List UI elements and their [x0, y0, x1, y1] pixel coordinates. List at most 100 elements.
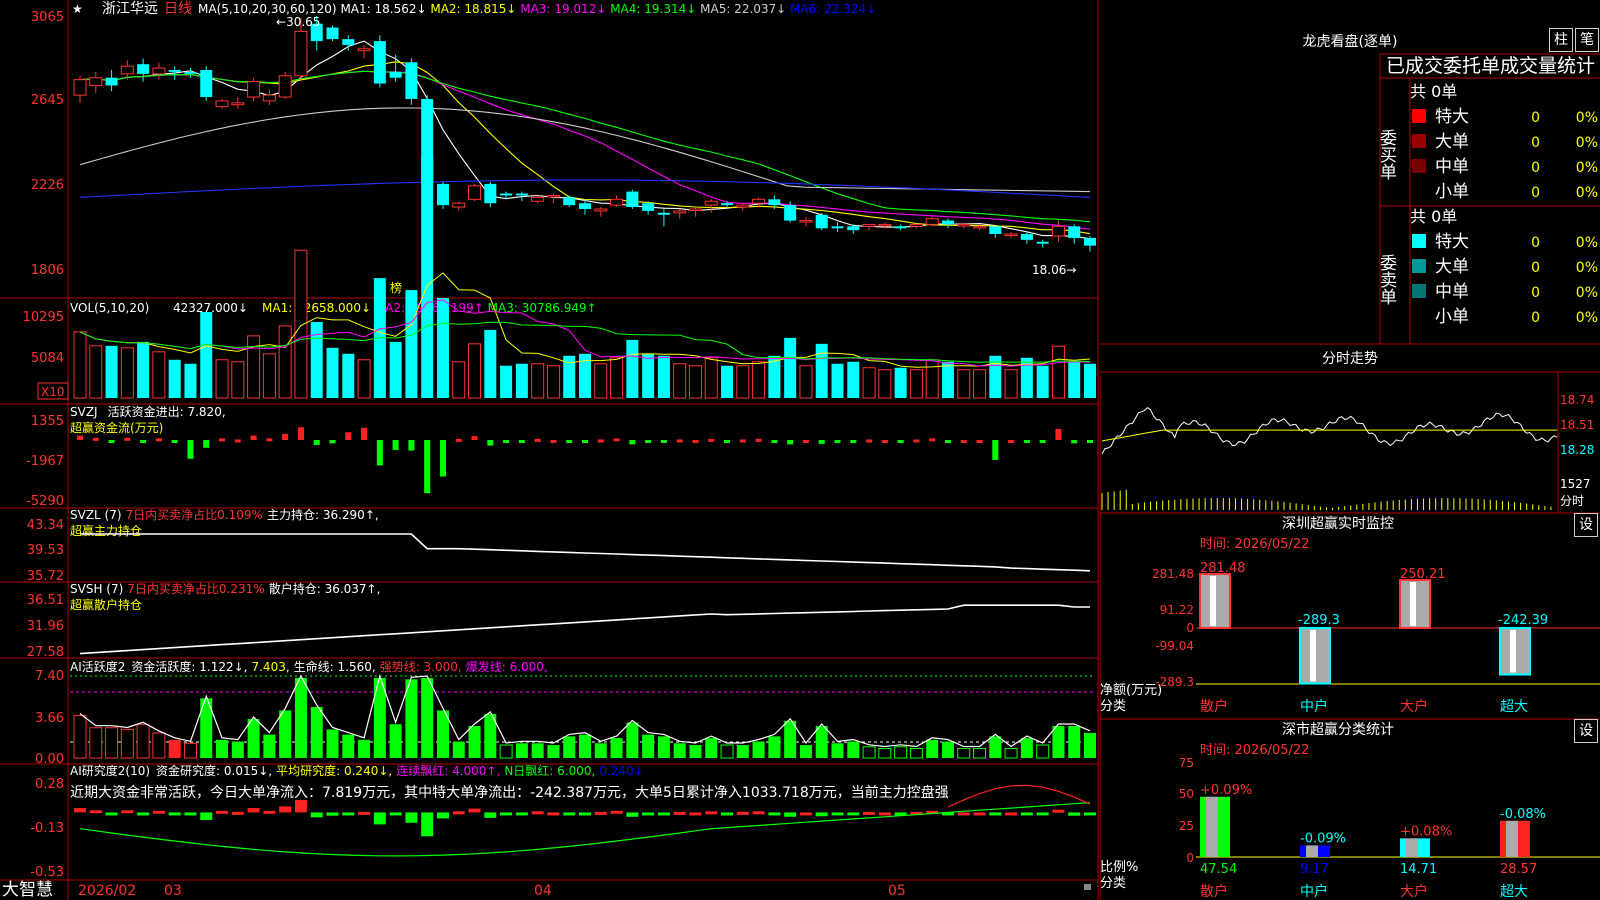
ma-line: [79, 107, 1091, 193]
bar-mode-button[interactable]: 柱: [1549, 28, 1573, 52]
svzl-y-label: 35.72: [27, 569, 64, 584]
svzj-bar: [929, 438, 936, 442]
svzj-bar: [613, 438, 620, 442]
svzj-bar: [1087, 440, 1093, 443]
ai-activity-bar: [752, 741, 765, 758]
stock-name: 浙江华远: [102, 1, 158, 17]
candle-body: [941, 220, 954, 225]
candle-body: [768, 199, 781, 206]
order-type-label: 小单: [1435, 307, 1469, 327]
volume-bar: [421, 156, 434, 398]
ai-activity-bar: [705, 738, 718, 758]
ai-activity-bar: [342, 734, 355, 758]
svzj-bar: [802, 440, 809, 443]
order-count: 0: [1531, 285, 1540, 301]
ai-activity-bar: [216, 739, 229, 758]
ai-research-bar: [89, 810, 102, 814]
volume-bar: [500, 365, 513, 398]
ranking-badge[interactable]: 榜: [390, 280, 402, 295]
stats-time: 时间: 2026/05/22: [1200, 743, 1309, 758]
ma-indicator-line: MA(5,10,20,30,60,120) MA1: 18.562↓ MA2: …: [198, 2, 876, 16]
period-label[interactable]: 日线: [164, 1, 192, 17]
volume-bar: [184, 363, 197, 398]
candle-body: [436, 183, 449, 206]
ai-activity-bar: [547, 745, 560, 758]
svzj-bar: [1023, 440, 1030, 443]
candle-body: [215, 100, 229, 108]
ai-activity-bar: [389, 724, 402, 758]
candle-body: [815, 214, 828, 229]
candle-body: [878, 223, 892, 227]
ai-activity-bar: [358, 739, 371, 758]
ai-research-bar: [579, 812, 591, 816]
svzj-bar: [566, 440, 573, 443]
candle-body: [357, 48, 371, 52]
monitor-value-label: -242.39: [1498, 613, 1548, 628]
monitor-category-label: 大户: [1400, 698, 1428, 715]
ai-research-y-label: -0.53: [30, 865, 64, 880]
favorite-star-icon[interactable]: ★: [72, 2, 83, 16]
stats-category-label: 中户: [1300, 883, 1328, 900]
monitor-bar-highlight: [1210, 576, 1216, 626]
ai-research-bar: [610, 810, 623, 814]
ai-research-bar: [515, 812, 528, 816]
ai-activity-bar: [657, 736, 670, 758]
ai-activity-bar: [136, 723, 150, 759]
lock-icon[interactable]: [1084, 884, 1091, 890]
volume-bar: [594, 363, 608, 399]
stats-settings-button[interactable]: 设: [1574, 719, 1598, 743]
candle-body: [515, 193, 528, 196]
ai-research-bar: [326, 812, 339, 816]
tick-mode-button[interactable]: 笔: [1575, 28, 1599, 52]
ai-activity-bar: [531, 743, 544, 758]
svzj-bar: [676, 439, 683, 443]
svzj-bar: [408, 440, 415, 451]
svzj-bar: [992, 440, 999, 460]
monitor-time: 时间: 2026/05/22: [1200, 537, 1309, 552]
volume-bar: [878, 369, 892, 399]
svzj-bar: [77, 435, 83, 440]
svzl-label: SVZL (7) 7日内买卖净占比0.109% 主力持仓: 36.290↑,: [70, 507, 379, 522]
svzj-bar: [834, 440, 841, 443]
volume-bar: [405, 290, 418, 398]
volume-bar: [357, 359, 371, 399]
stats-y-label: 0: [1186, 851, 1194, 865]
ai-research-bar: [105, 812, 118, 816]
svzj-bar: [361, 427, 368, 440]
volume-bar: [326, 347, 339, 398]
monitor-settings-button[interactable]: 设: [1574, 513, 1598, 537]
volume-bar: [925, 359, 939, 399]
volume-bar: [957, 369, 971, 399]
ai-research-bar: [831, 812, 844, 816]
sell-rows: 特大 0 0% 大单 0 0% 中单 0 0% 小单 0 0%: [1412, 232, 1598, 327]
volume-bar: [310, 321, 323, 398]
ai-activity-y-label: 7.40: [35, 669, 64, 684]
ai-research-bar: [1068, 812, 1081, 816]
ai-activity-bar: [894, 746, 908, 759]
kline-chart-area[interactable]: ★ 浙江华远 日线 MA(5,10,20,30,60,120) MA1: 18.…: [0, 0, 1100, 900]
svzj-bar: [1071, 440, 1078, 444]
svzj-bar: [960, 440, 967, 443]
candle-body: [152, 67, 166, 75]
ai-activity-bar: [926, 739, 939, 758]
candle-body: [736, 204, 750, 208]
ai-activity-bar: [105, 727, 119, 759]
svzj-bar: [897, 440, 904, 443]
volume-bar: [626, 339, 639, 398]
side-panel: 龙虎看盘(逐单) 已成交委托单成交量统计 委买单 共 0单 特大 0 0% 大单 0 0%…: [1100, 33, 1600, 900]
ai-research-bar: [168, 812, 181, 816]
volume-bar: [215, 359, 229, 399]
stats-change-label: -0.08%: [1500, 807, 1546, 822]
ai-research-bar: [657, 812, 670, 816]
monitor-y-label: 91.22: [1160, 603, 1194, 617]
ai-research-bar: [1084, 812, 1096, 816]
svzj-bar: [219, 438, 226, 442]
ai-research-bar: [500, 812, 513, 816]
ai-research-bar: [531, 811, 544, 815]
ai-activity-bar: [909, 747, 923, 759]
order-color-swatch: [1412, 284, 1426, 298]
monitor-x-unit: 分类: [1100, 699, 1126, 714]
volume-bar: [657, 355, 670, 398]
monitor-bar-highlight: [1510, 630, 1516, 673]
order-type-label: 特大: [1435, 107, 1469, 127]
